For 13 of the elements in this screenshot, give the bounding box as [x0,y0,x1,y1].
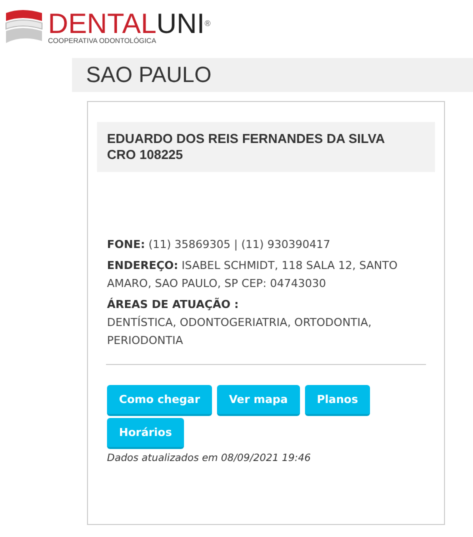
info-text: ENDEREÇO: ISABEL SCHMIDT, 118 SALA 12, SANTO AMARO, SAO PAULO, SP CEP: 04743030 [107,258,399,292]
info-text: DENTÍSTICA, ODONTOGERIATRIA, ORTODONTIA, PERIODONTIA [107,314,373,349]
action-button[interactable]: Horários [107,418,184,449]
city-heading: SAO PAULO [72,58,473,92]
registration-number: CRO 108225 [107,147,184,163]
action-button[interactable]: Ver mapa [217,385,300,416]
action-button[interactable]: Planos [304,385,370,416]
info-text: FONE: (11) 35869305 | (11) 930390417 [107,237,332,253]
dentist-name: EDUARDO DOS REIS FERNANDES DA SILVA [107,131,386,147]
logo-wordmark: DENTALUNI$^{®}$ [48,10,211,38]
update-note: Dados atualizados em 08/09/2021 19:46 [106,452,312,466]
info-label: ÁREAS DE ATUAÇÃO : [107,296,240,313]
action-button[interactable]: Como chegar [107,385,212,416]
